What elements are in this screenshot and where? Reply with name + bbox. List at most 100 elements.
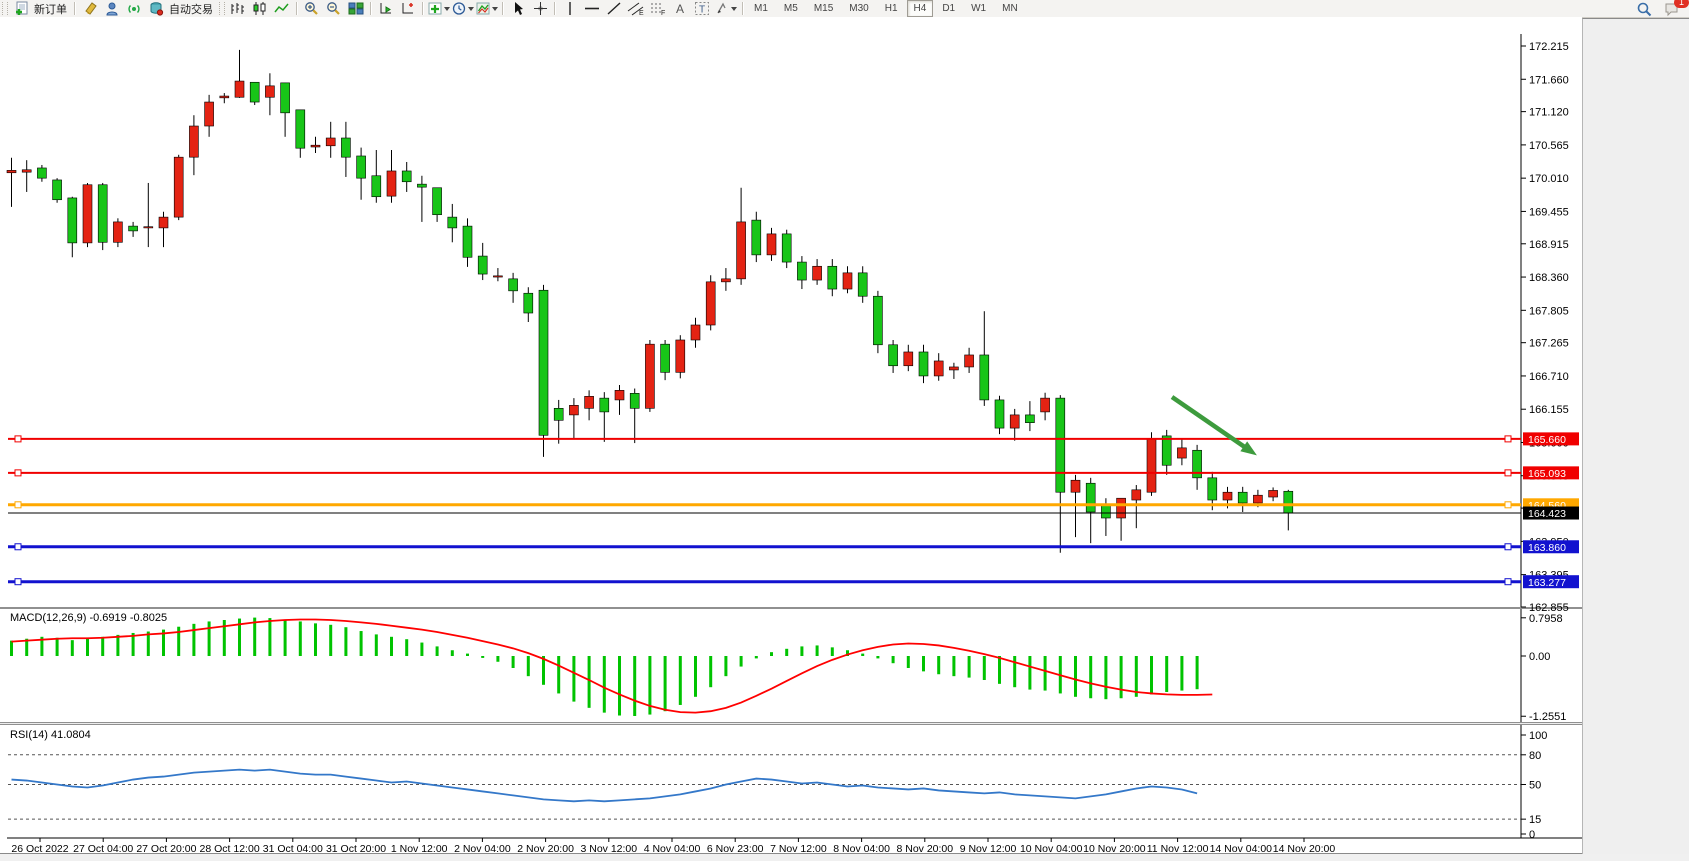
macd-histogram-bar <box>968 656 971 678</box>
macd-histogram-bar <box>86 639 89 656</box>
time-tick-label: 7 Nov 12:00 <box>770 843 827 855</box>
macd-histogram-bar <box>1089 656 1092 698</box>
candle-body <box>22 170 31 172</box>
macd-histogram-bar <box>512 656 515 668</box>
candle-body <box>144 227 153 228</box>
candle-body <box>326 138 335 146</box>
macd-histogram-bar <box>664 656 667 711</box>
price-tick-label: 169.455 <box>1529 206 1569 218</box>
macd-histogram-bar <box>876 656 879 658</box>
candle-body <box>721 279 730 282</box>
candle-body <box>737 222 746 279</box>
macd-histogram-bar <box>451 650 454 656</box>
candle-body <box>463 226 472 257</box>
macd-histogram-bar <box>1196 656 1199 689</box>
price-tick-label: 167.805 <box>1529 305 1569 317</box>
rsi-axis-label: 50 <box>1529 780 1541 792</box>
macd-histogram-bar <box>390 637 393 656</box>
price-tick-label: 168.915 <box>1529 239 1569 251</box>
bid-price-flag-label: 164.423 <box>1528 508 1566 520</box>
hline-price-flag-label: 165.093 <box>1528 468 1566 480</box>
time-tick-label: 28 Oct 12:00 <box>200 843 260 855</box>
time-tick-label: 11 Nov 12:00 <box>1147 843 1209 855</box>
candle-body <box>1056 398 1065 492</box>
candle-body <box>1010 415 1019 428</box>
candle-body <box>904 352 913 366</box>
macd-histogram-bar <box>922 656 925 671</box>
candle-body <box>1132 490 1141 500</box>
candle-body <box>615 390 624 400</box>
candle-body <box>767 234 776 255</box>
macd-histogram-bar <box>724 656 727 676</box>
time-tick-label: 8 Nov 04:00 <box>833 843 890 855</box>
time-tick-label: 2 Nov 04:00 <box>454 843 511 855</box>
macd-histogram-bar <box>557 656 560 693</box>
price-tick-label: 168.360 <box>1529 272 1569 284</box>
candle-body <box>645 344 654 408</box>
time-tick-label: 9 Nov 12:00 <box>960 843 1017 855</box>
candle-body <box>1041 398 1050 412</box>
time-tick-label: 14 Nov 04:00 <box>1210 843 1273 855</box>
macd-label: MACD(12,26,9) -0.6919 -0.8025 <box>10 612 167 624</box>
candle-body <box>493 276 502 277</box>
candle-body <box>174 157 183 217</box>
candle-body <box>1269 490 1278 497</box>
macd-axis-label: 0.00 <box>1529 651 1550 663</box>
macd-histogram-bar <box>572 656 575 702</box>
candle-body <box>949 367 958 370</box>
macd-histogram-bar <box>1028 656 1031 690</box>
macd-histogram-bar <box>1104 656 1107 699</box>
candle-body <box>873 296 882 345</box>
time-tick-label: 2 Nov 20:00 <box>517 843 574 855</box>
macd-histogram-bar <box>466 654 469 656</box>
candle-body <box>387 171 396 196</box>
rsi-label: RSI(14) 41.0804 <box>10 729 91 741</box>
candle-body <box>554 408 563 420</box>
macd-histogram-bar <box>800 646 803 656</box>
candle-body <box>934 361 943 376</box>
candle-body <box>478 256 487 274</box>
macd-histogram-bar <box>481 656 484 658</box>
chart-canvas[interactable]: 172.215171.660171.120170.565170.010169.4… <box>0 0 1689 861</box>
candle-body <box>843 273 852 289</box>
candle-body <box>539 290 548 435</box>
rsi-axis-label: 15 <box>1529 814 1541 826</box>
hline-handle <box>1505 544 1511 550</box>
hline-handle <box>1505 579 1511 585</box>
macd-histogram-bar <box>785 649 788 656</box>
macd-histogram-bar <box>998 656 1001 684</box>
macd-histogram-bar <box>1044 656 1047 691</box>
price-tick-label: 171.660 <box>1529 74 1569 86</box>
candle-body <box>1177 448 1186 458</box>
candle-body <box>980 355 989 400</box>
price-tick-label: 166.710 <box>1529 371 1569 383</box>
candle-body <box>919 352 928 376</box>
macd-histogram-bar <box>360 631 363 656</box>
candle-body <box>1086 483 1095 512</box>
rsi-axis-label: 0 <box>1529 829 1535 841</box>
time-tick-label: 10 Nov 20:00 <box>1083 843 1146 855</box>
candle-body <box>1162 436 1171 465</box>
time-tick-label: 14 Nov 20:00 <box>1273 843 1336 855</box>
hline-price-flag-label: 163.860 <box>1528 542 1566 554</box>
candle-body <box>250 82 259 102</box>
macd-histogram-bar <box>192 624 195 656</box>
candle-body <box>281 83 290 113</box>
candle-body <box>402 171 411 182</box>
macd-histogram-bar <box>1120 656 1123 698</box>
macd-axis-label: 0.7958 <box>1529 613 1563 625</box>
candle-body <box>113 222 122 242</box>
macd-histogram-bar <box>1074 656 1077 697</box>
macd-histogram-bar <box>1165 656 1168 692</box>
macd-histogram-bar <box>770 652 773 656</box>
candle-body <box>159 217 168 228</box>
time-tick-label: 8 Nov 20:00 <box>896 843 953 855</box>
candle-body <box>797 262 806 280</box>
candle-body <box>889 345 898 366</box>
candle-body <box>1147 439 1156 492</box>
macd-histogram-bar <box>937 656 940 674</box>
macd-histogram-bar <box>755 656 758 658</box>
macd-histogram-bar <box>907 656 910 668</box>
candle-body <box>129 226 138 231</box>
macd-histogram-bar <box>1135 656 1138 697</box>
